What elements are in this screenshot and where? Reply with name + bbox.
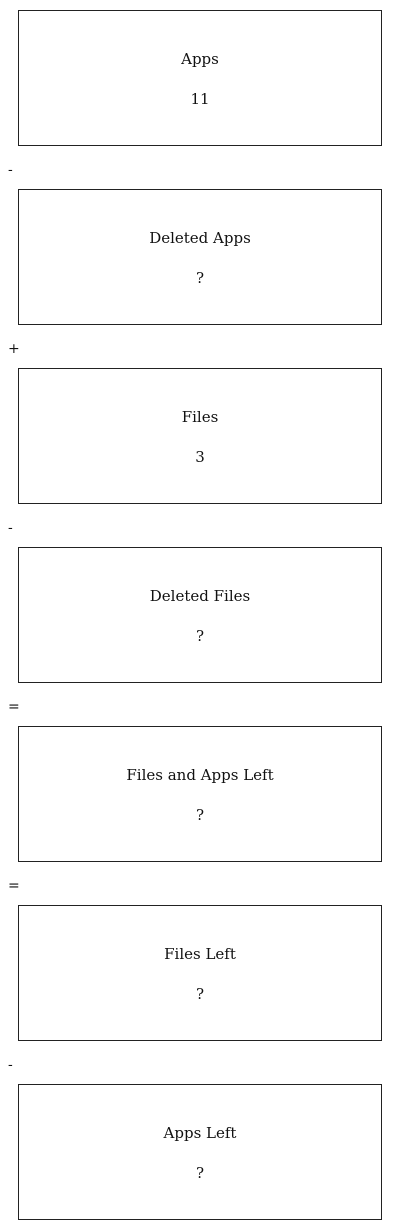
apps-box: Apps 11 [18,10,382,146]
apps-left-box: Apps Left ? [18,1084,382,1220]
files-left-box: Files Left ? [18,905,382,1041]
files-left-value: ? [195,985,205,1003]
apps-left-value: ? [195,1164,205,1182]
apps-label: Apps [181,50,219,68]
equals-operator: = [8,699,20,715]
files-value: 3 [195,448,205,466]
apps-value: 11 [190,90,210,108]
deleted-apps-value: ? [195,269,205,287]
minus-operator: - [8,162,13,178]
minus-operator: - [8,1057,13,1073]
apps-left-label: Apps Left [163,1124,237,1142]
files-left-label: Files Left [164,945,236,963]
deleted-files-label: Deleted Files [149,587,251,605]
files-and-apps-left-box: Files and Apps Left ? [18,726,382,862]
equals-operator: = [8,878,20,894]
files-box: Files 3 [18,368,382,504]
deleted-apps-box: Deleted Apps ? [18,189,382,325]
deleted-files-box: Deleted Files ? [18,547,382,683]
deleted-files-value: ? [195,627,205,645]
deleted-apps-label: Deleted Apps [149,229,251,247]
plus-operator: + [8,341,20,357]
files-label: Files [181,408,219,426]
files-and-apps-left-label: Files and Apps Left [126,766,274,784]
minus-operator: - [8,520,13,536]
files-and-apps-left-value: ? [195,806,205,824]
